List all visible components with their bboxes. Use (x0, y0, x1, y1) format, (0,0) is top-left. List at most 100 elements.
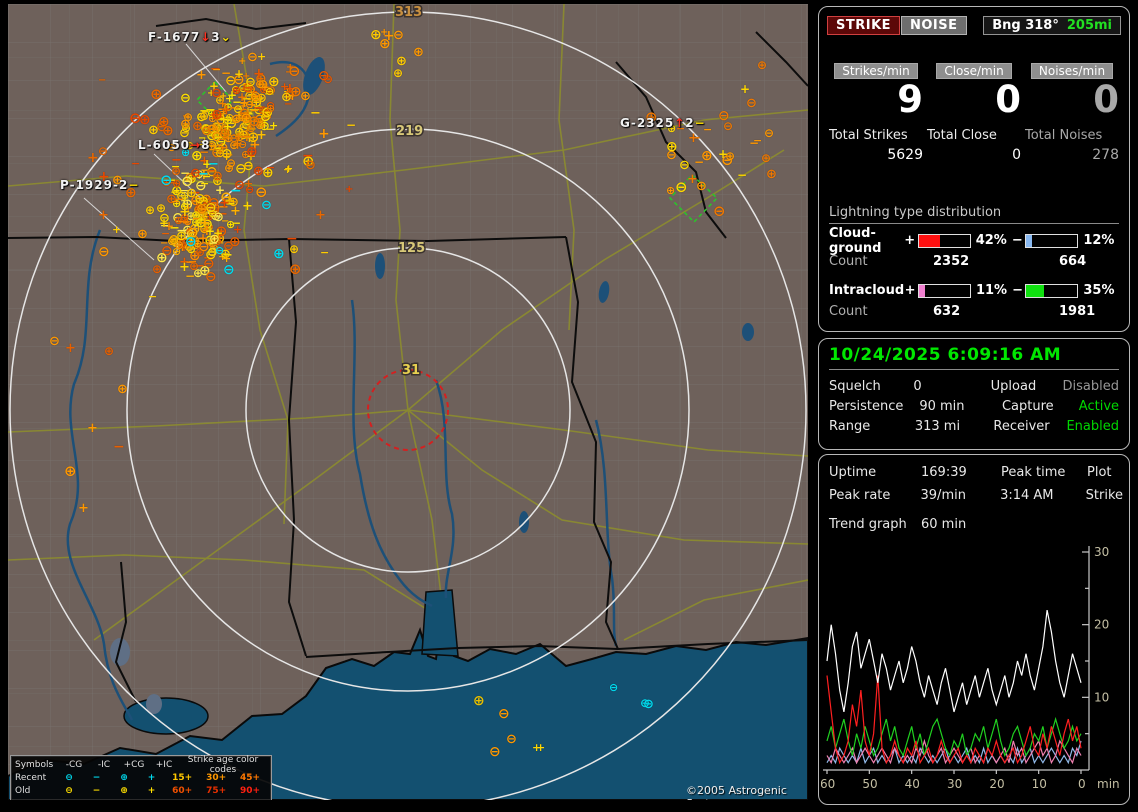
minus-sign: − (1011, 233, 1023, 248)
neg-ic-recent-icon: − (92, 772, 101, 783)
range-label: Range (829, 419, 871, 434)
total-noises-label: Total Noises (1025, 127, 1103, 143)
range-ring-label: 313 (395, 5, 422, 20)
cg-positive-pct: 42% (975, 233, 1007, 248)
range-ring-label: 219 (396, 124, 423, 139)
legend-col-+cg: +CG (123, 759, 145, 770)
x-tick-label: 30 (947, 777, 962, 791)
datetime-display: 10/24/2025 6:09:16 AM (829, 345, 1119, 370)
peak-rate-label: Peak rate (829, 488, 891, 503)
count-label: Count (829, 254, 868, 269)
range-value: 313 mi (914, 419, 961, 434)
range-ring-label: 31 (402, 363, 420, 378)
strike-stats-panel: STRIKE NOISE Bng 318° 205mi Strikes/min 9… (818, 6, 1130, 332)
strikes-per-min-value: 9 (897, 78, 923, 121)
status-row: Persistence 90 min Capture Active (829, 399, 1119, 414)
status-row: Squelch 0 Upload Disabled (829, 379, 1119, 394)
x-axis-unit: min (1097, 777, 1120, 791)
status-row: Range 313 mi Receiver Enabled (829, 419, 1119, 434)
plus-sign: + (904, 283, 916, 298)
ic-negative-count: 1981 (1059, 304, 1096, 319)
ic-positive-count: 632 (933, 304, 961, 319)
noises-per-min-chip[interactable]: Noises/min (1030, 63, 1114, 79)
total-noises-value: 278 (1092, 146, 1119, 163)
bearing-value: Bng 318° (992, 18, 1059, 33)
trend-graph-row: Trend graph 60 min (829, 517, 966, 532)
upload-status: Disabled (1062, 379, 1119, 394)
cg-positive-count: 2352 (933, 254, 970, 269)
map-geography: 313 219 125 31 (8, 4, 808, 800)
peak-time-label: Peak time (1001, 465, 1066, 480)
receiver-label: Receiver (993, 419, 1050, 434)
intracloud-row: Intracloud + 11% − 35% (829, 283, 1119, 298)
age-15: 15+ (172, 772, 193, 783)
peak-rate-value: 39/min (920, 488, 966, 503)
trend-panel: Uptime 169:39 Peak time Plot Peak rate 3… (818, 454, 1130, 805)
trend-graph-window: 60 min (921, 517, 967, 532)
legend-recent-label: Recent (15, 772, 47, 783)
x-tick-label: 60 (821, 777, 835, 791)
cg-positive-bar (917, 233, 971, 248)
copyright-text: ©2005 Astrogenic Systems (686, 784, 787, 800)
legend-col--cg: -CG (65, 759, 83, 770)
close-per-min-column: Close/min 0 Total Close 0 (927, 63, 1021, 163)
x-tick-label: 10 (1032, 777, 1047, 791)
intracloud-count-row: Count 632 1981 (829, 304, 1119, 319)
noise-mode-button[interactable]: NOISE (901, 16, 967, 35)
x-tick-label: 20 (989, 777, 1004, 791)
noises-per-min-column: Noises/min 0 Total Noises 278 (1025, 63, 1119, 163)
peak-rate-row: Peak rate 39/min 3:14 AM Strike (829, 488, 1123, 503)
trend-graph-label: Trend graph (829, 517, 907, 532)
age-45: 45+ (239, 772, 261, 783)
intracloud-label: Intracloud (829, 283, 905, 298)
noises-per-min-value: 0 (1093, 78, 1119, 121)
legend-old-label: Old (15, 785, 31, 796)
cg-negative-bar (1025, 233, 1079, 248)
x-tick-label: 50 (862, 777, 877, 791)
uptime-label: Uptime (829, 465, 877, 480)
legend-col--ic: -IC (97, 759, 111, 770)
bearing-range-value: 205mi (1066, 18, 1112, 33)
total-close-label: Total Close (927, 127, 997, 143)
uptime-row: Uptime 169:39 Peak time Plot (829, 465, 1123, 480)
y-tick-label: 30 (1094, 545, 1109, 559)
x-tick-label: 40 (905, 777, 920, 791)
total-strikes-value: 5629 (887, 146, 923, 163)
cloud-ground-row: Cloud-ground + 42% − 12% (829, 226, 1119, 256)
pos-ic-recent-icon: + (147, 772, 156, 783)
plot-label: Plot (1087, 465, 1112, 480)
strikes-per-min-chip[interactable]: Strikes/min (834, 63, 918, 79)
lightning-map[interactable]: 313 219 125 31 ⊕ ⊖ ⊖ − + ⊖ − ⊕ ⊕ ⊖ ⊕ − − ⊖ + ⊕ + ⊕ + ⊖ ⊕ + + + ⊖ ⊕ + −… (8, 4, 808, 800)
plot-value: Strike (1085, 488, 1124, 503)
age-60: 60+ (172, 785, 193, 796)
cloud-ground-count-row: Count 2352 664 (829, 254, 1119, 269)
lightning-type-distribution: Lightning type distribution Cloud-ground… (829, 205, 1119, 319)
age-30: 30+ (206, 772, 227, 783)
strikes-per-min-column: Strikes/min 9 Total Strikes 5629 (829, 63, 923, 163)
distribution-title: Lightning type distribution (829, 205, 1119, 224)
pos-cg-recent-icon: ⊕ (120, 772, 128, 783)
status-panel: 10/24/2025 6:09:16 AM Squelch 0 Upload D… (818, 338, 1130, 450)
x-tick-label: 0 (1078, 777, 1086, 791)
cg-negative-count: 664 (1059, 254, 1087, 269)
strike-mode-button[interactable]: STRIKE (827, 16, 901, 35)
range-ring-label: 125 (398, 241, 425, 256)
pos-cg-old-icon: ⊕ (120, 785, 128, 796)
squelch-value: 0 (913, 379, 922, 394)
capture-label: Capture (1001, 399, 1054, 414)
close-per-min-value: 0 (995, 78, 1021, 121)
upload-label: Upload (990, 379, 1037, 394)
ic-negative-bar (1025, 283, 1079, 298)
count-label: Count (829, 304, 868, 319)
age-90: 90+ (239, 785, 261, 796)
cloud-ground-label: Cloud-ground (829, 225, 882, 256)
squelch-label: Squelch (829, 379, 881, 394)
close-per-min-chip[interactable]: Close/min (936, 63, 1012, 79)
ic-negative-pct: 35% (1083, 283, 1115, 298)
neg-ic-old-icon: − (92, 785, 101, 796)
bearing-readout: Bng 318° 205mi (983, 16, 1121, 35)
y-tick-label: 20 (1094, 618, 1109, 632)
minus-sign: − (1012, 283, 1023, 298)
uptime-value: 169:39 (921, 465, 967, 480)
total-strikes-label: Total Strikes (829, 127, 908, 143)
